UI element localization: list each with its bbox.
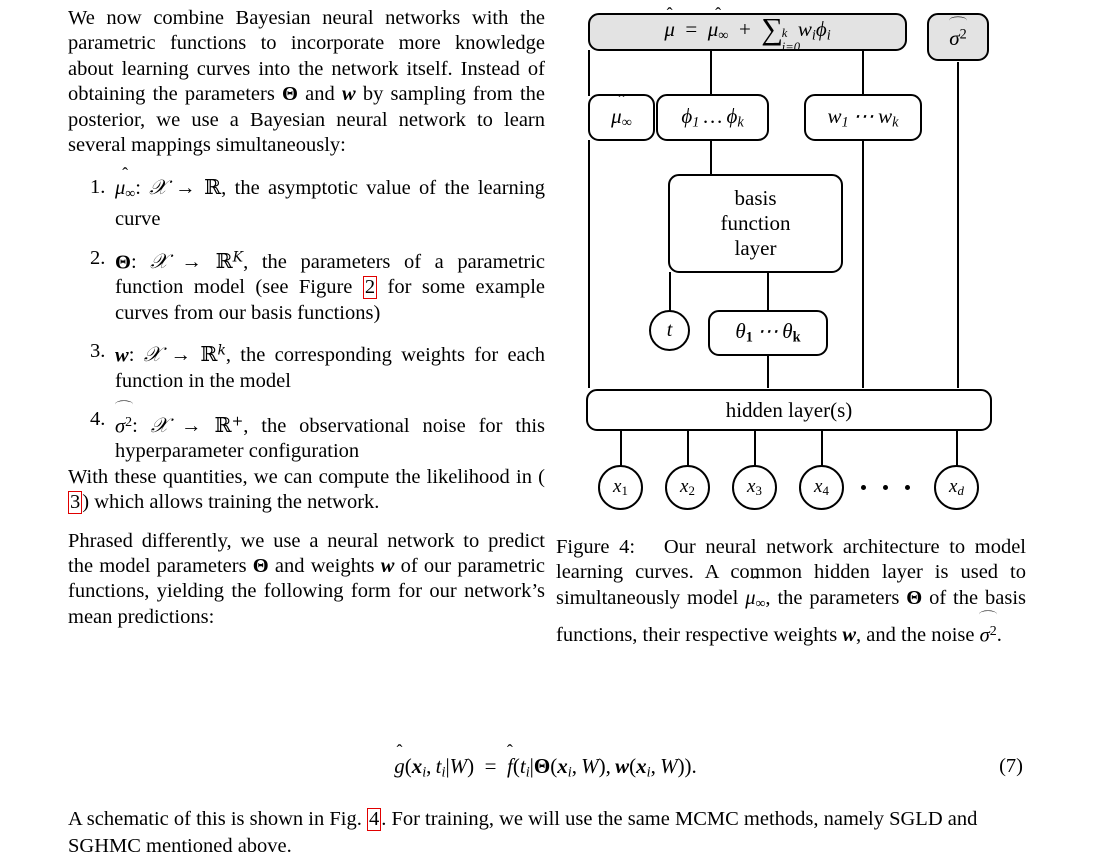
w-symbol-phrased: w (380, 555, 395, 578)
edge-basis-to-t (669, 272, 672, 312)
mappings-list: 1. ̂μ∞: 𝒳 → ℝ, the asymptotic value of t… (68, 175, 545, 464)
node-thetas: θ1 ⋯ θk (708, 310, 828, 356)
blackboard-r: ℝ+ (214, 413, 244, 438)
edge-output-to-weights (862, 50, 865, 96)
list-item-4: 4. σ2: 𝒳 → ℝ+, the observational noise f… (68, 400, 545, 465)
list-item-1: 1. ̂μ∞: 𝒳 → ℝ, the asymptotic value of t… (68, 175, 545, 232)
edge-output-to-mu-inf (588, 50, 591, 96)
basis-layer-line-2: function (720, 211, 791, 235)
wide-hat-accent-icon (114, 400, 133, 406)
output-equation-text: ̂μ = ̂μ∞ + ∑ki=0 wiϕi (664, 11, 831, 55)
edge-output-to-phis (710, 50, 713, 96)
calligraphic-x: 𝒳 (150, 251, 168, 273)
calligraphic-x: 𝒳 (143, 344, 162, 367)
list-item-1-number: 1. (90, 176, 106, 199)
edge-phis-to-basis (710, 140, 713, 176)
equation-3-reference-link[interactable]: 3 (68, 491, 83, 515)
edge-hidden-to-x1 (620, 430, 623, 466)
mu-inf-symbol: ̂μ∞ (115, 176, 135, 207)
weights-text: w1 ⋯ wk (827, 103, 899, 131)
figure-4-reference-link[interactable]: 4 (366, 808, 382, 831)
w-symbol-item3: w (115, 344, 129, 367)
edge-noise-to-hidden (957, 62, 960, 388)
noise-text: σ2 (948, 16, 968, 51)
figure-4-diagram: ̂μ = ̂μ∞ + ∑ki=0 wiϕi σ2 ̂μ∞ ϕ1 … ϕk w1 (556, 6, 1026, 526)
list-item-2-number: 2. (90, 246, 106, 269)
edge-hidden-to-x3 (754, 430, 757, 466)
intro-paragraph: We now combine Bayesian neural networks … (68, 7, 545, 157)
basis-layer-line-1: basis (734, 186, 777, 210)
edge-thetas-to-hidden (767, 356, 770, 388)
node-phis: ϕ1 … ϕk (656, 94, 769, 141)
node-input-x4: x4 (799, 465, 844, 510)
phrased-paragraph: Phrased differently, we use a neural net… (68, 529, 545, 628)
basis-layer-line-3: layer (734, 236, 777, 260)
theta-symbol-item2: Θ (115, 251, 131, 273)
blackboard-r: ℝK (215, 249, 244, 273)
blackboard-r: ℝk (200, 342, 226, 367)
list-item-3-number: 3. (90, 340, 106, 363)
list-item-2: 2. Θ: 𝒳 → ℝK, the parameters of a parame… (90, 246, 546, 324)
left-text-column: We now combine Bayesian neural networks … (68, 6, 545, 630)
node-input-xd: xd (934, 465, 979, 510)
blackboard-r: ℝ (204, 175, 222, 200)
mu-inf-text: ̂μ∞ (611, 103, 632, 131)
input-ellipsis-icon (861, 485, 910, 490)
calligraphic-x: 𝒳 (149, 177, 167, 200)
sigma-squared-hat-symbol: σ2 (114, 400, 133, 439)
node-output-equation: ̂μ = ̂μ∞ + ∑ki=0 wiϕi (588, 11, 907, 55)
node-input-x3: x3 (732, 465, 777, 510)
hat-accent-icon: ̂ (115, 166, 135, 183)
wide-hat-accent-icon (979, 609, 998, 615)
hidden-layer-text: hidden layer(s) (725, 397, 853, 422)
calligraphic-x: 𝒳 (150, 415, 169, 438)
edge-weights-to-hidden (862, 140, 865, 388)
node-t: t (649, 310, 690, 351)
t-text: t (666, 319, 673, 341)
node-input-x2: x2 (665, 465, 710, 510)
equation-7-body: ̂g(xi, ti|W) = ̂f(ti|Θ(xi, W), w(xi, W))… (394, 754, 697, 781)
phis-text: ϕ1 … ϕk (681, 103, 744, 131)
w-symbol: w (341, 83, 356, 106)
theta-symbol-phrased: Θ (252, 555, 269, 578)
node-hidden-layer: hidden layer(s) (586, 389, 992, 431)
theta-symbol: Θ (282, 83, 298, 106)
thetas-text: θ1 ⋯ θk (735, 319, 801, 346)
edge-hidden-to-x2 (687, 430, 690, 466)
edge-hidden-to-xd (956, 430, 959, 466)
likelihood-paragraph: With these quantities, we can compute th… (68, 465, 545, 515)
figure-caption-label: Figure 4: (556, 536, 636, 558)
node-basis-function-layer: basis function layer (668, 174, 843, 273)
equation-7-block: ̂g(xi, ti|W) = ̂f(ti|Θ(xi, W), w(xi, W))… (68, 754, 1023, 798)
node-mu-inf: ̂μ∞ (588, 94, 655, 141)
node-noise: σ2 (927, 13, 989, 61)
paper-page: We now combine Bayesian neural networks … (0, 0, 1107, 867)
node-input-x1: x1 (598, 465, 643, 510)
list-item-4-number: 4. (90, 408, 106, 431)
list-item-3: 3. w: 𝒳 → ℝk, the corresponding weights … (90, 340, 545, 392)
figure-2-reference-link[interactable]: 2 (362, 276, 378, 300)
wide-hat-accent-icon (948, 16, 968, 21)
figure-caption: Figure 4: Our neural network architectur… (556, 535, 1026, 649)
edge-mu-inf-to-hidden (588, 140, 591, 388)
node-weights: w1 ⋯ wk (804, 94, 922, 141)
bottom-paragraph: A schematic of this is shown in Fig. 4. … (68, 806, 1023, 860)
equation-7-tag: (7) (999, 755, 1023, 777)
bottom-paragraph-before-ref: A schematic of this is shown in Fig. (68, 808, 362, 830)
edge-hidden-to-x4 (821, 430, 824, 466)
